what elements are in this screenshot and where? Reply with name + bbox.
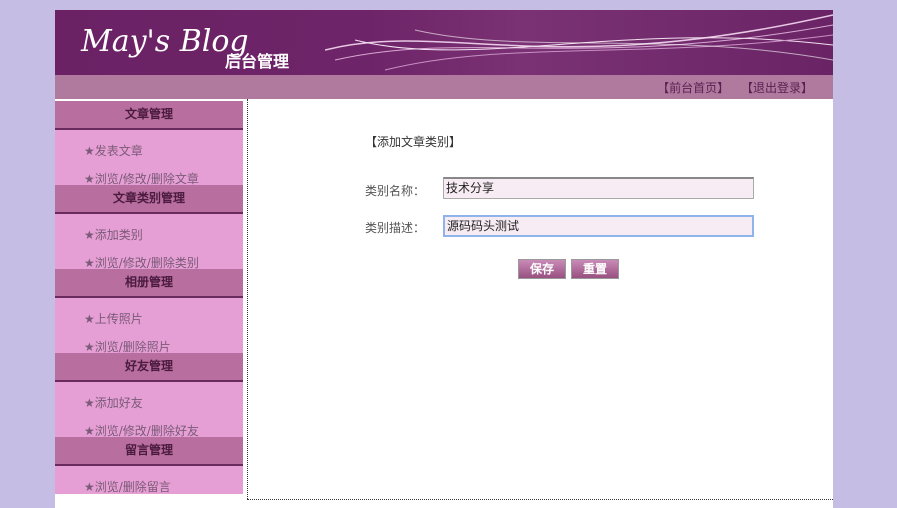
sidebar-item-manage-photos[interactable]: ★浏览/删除照片 bbox=[84, 338, 171, 355]
sidebar-section-messages: 留言管理 ★浏览/删除留言 bbox=[55, 437, 243, 494]
sidebar-section-articles: 文章管理 ★发表文章 ★浏览/修改/删除文章 bbox=[55, 101, 243, 187]
section-header: 文章管理 bbox=[55, 101, 243, 130]
banner-subtitle: 后台管理 bbox=[225, 52, 290, 71]
category-name-input[interactable]: 技术分享 bbox=[443, 177, 754, 199]
sidebar-item-manage-articles[interactable]: ★浏览/修改/删除文章 bbox=[84, 170, 199, 187]
category-desc-input[interactable]: 源码码头测试 bbox=[443, 215, 754, 237]
section-header: 好友管理 bbox=[55, 353, 243, 382]
reset-button[interactable]: 重置 bbox=[571, 259, 619, 279]
sidebar-item-upload-photo[interactable]: ★上传照片 bbox=[84, 310, 143, 327]
sidebar-item-add-friend[interactable]: ★添加好友 bbox=[84, 394, 143, 411]
top-nav: 【前台首页】 【退出登录】 bbox=[55, 75, 833, 99]
sidebar-section-friends: 好友管理 ★添加好友 ★浏览/修改/删除好友 bbox=[55, 353, 243, 439]
category-name-label: 类别名称： bbox=[365, 184, 426, 198]
sidebar-item-post-article[interactable]: ★发表文章 bbox=[84, 142, 143, 159]
blog-logo: May's Blog bbox=[81, 24, 249, 59]
save-button[interactable]: 保存 bbox=[518, 259, 566, 279]
sidebar-section-categories: 文章类别管理 ★添加类别 ★浏览/修改/删除类别 bbox=[55, 185, 243, 271]
section-header: 留言管理 bbox=[55, 437, 243, 466]
sidebar: 文章管理 ★发表文章 ★浏览/修改/删除文章 文章类别管理 ★添加类别 ★浏览/修改… bbox=[55, 101, 243, 494]
sidebar-section-album: 相册管理 ★上传照片 ★浏览/删除照片 bbox=[55, 269, 243, 355]
sidebar-item-manage-friends[interactable]: ★浏览/修改/删除好友 bbox=[84, 422, 199, 439]
section-header: 相册管理 bbox=[55, 269, 243, 298]
section-header: 文章类别管理 bbox=[55, 185, 243, 214]
banner: May's Blog 后台管理 bbox=[55, 10, 833, 75]
sidebar-item-manage-categories[interactable]: ★浏览/修改/删除类别 bbox=[84, 254, 199, 271]
form-title: 【添加文章类别】 bbox=[365, 135, 462, 149]
category-desc-label: 类别描述： bbox=[365, 221, 426, 235]
logout-link[interactable]: 【退出登录】 bbox=[741, 81, 813, 95]
sidebar-item-add-category[interactable]: ★添加类别 bbox=[84, 226, 143, 243]
divider bbox=[247, 499, 833, 500]
page-container: May's Blog 后台管理 【前台首页】 【退出登录】 文章管理 ★发表文章… bbox=[55, 10, 833, 508]
frontend-home-link[interactable]: 【前台首页】 bbox=[657, 81, 729, 95]
banner-swirl-decoration bbox=[325, 14, 833, 71]
main-content: 【添加文章类别】 类别名称： 技术分享 类别描述： 源码码头测试 保存 重置 bbox=[247, 99, 833, 499]
sidebar-item-manage-messages[interactable]: ★浏览/删除留言 bbox=[84, 478, 171, 495]
